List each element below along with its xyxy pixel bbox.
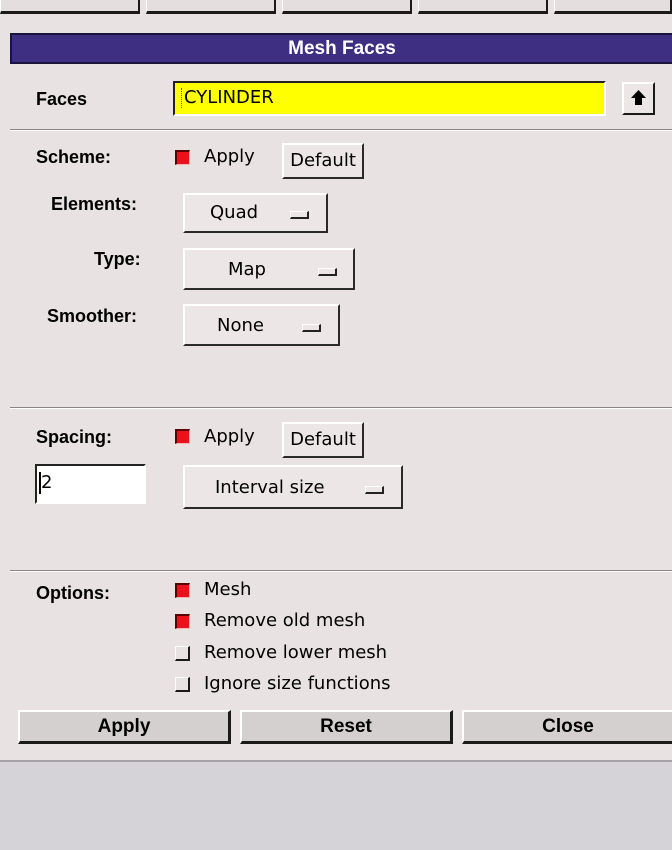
type-label: Type: xyxy=(94,249,141,269)
faces-input[interactable]: CYLINDER xyxy=(173,81,606,116)
top-tab-strip xyxy=(0,0,672,22)
spacing-apply-label: Apply xyxy=(204,426,255,447)
mesh-faces-panel: Mesh Faces Faces CYLINDER Scheme: Apply … xyxy=(10,30,672,760)
top-tab[interactable] xyxy=(554,0,672,14)
top-tab[interactable] xyxy=(0,0,140,14)
option-remove-lower-mesh-checkbox[interactable] xyxy=(175,646,190,661)
top-tab[interactable] xyxy=(282,0,412,14)
smoother-value: None xyxy=(217,315,264,336)
dropdown-indicator-icon xyxy=(318,268,337,276)
option-mesh-checkbox[interactable] xyxy=(175,583,190,598)
scheme-label: Scheme: xyxy=(36,147,112,167)
dropdown-indicator-icon xyxy=(365,486,384,494)
spacing-value-input[interactable]: 2 xyxy=(35,464,146,504)
spacing-value: 2 xyxy=(41,472,53,493)
text-cursor xyxy=(181,88,183,108)
spacing-apply-checkbox[interactable] xyxy=(175,429,190,444)
spacing-label: Spacing: xyxy=(36,427,113,447)
spacing-method-value: Interval size xyxy=(215,477,325,498)
type-value: Map xyxy=(228,259,266,280)
up-arrow-icon xyxy=(631,90,646,105)
separator xyxy=(10,407,672,409)
separator xyxy=(10,570,672,572)
reset-button[interactable]: Reset xyxy=(240,710,453,744)
faces-value: CYLINDER xyxy=(184,87,274,108)
spacing-method-dropdown[interactable]: Interval size xyxy=(183,465,403,509)
dropdown-indicator-icon xyxy=(290,211,309,219)
option-ignore-size-functions-checkbox[interactable] xyxy=(175,677,190,692)
scheme-default-button[interactable]: Default xyxy=(282,143,364,179)
faces-label: Faces xyxy=(36,89,88,109)
spacing-default-button[interactable]: Default xyxy=(282,422,364,458)
options-label: Options: xyxy=(36,583,110,603)
faces-select-button[interactable] xyxy=(622,82,655,115)
scheme-default-label: Default xyxy=(290,150,356,171)
window-title: Mesh Faces xyxy=(10,33,672,64)
top-tab[interactable] xyxy=(146,0,276,14)
elements-dropdown[interactable]: Quad xyxy=(183,193,328,233)
option-remove-old-mesh-checkbox[interactable] xyxy=(175,614,190,629)
close-button[interactable]: Close xyxy=(462,710,672,744)
smoother-dropdown[interactable]: None xyxy=(183,304,340,346)
top-tab[interactable] xyxy=(418,0,548,14)
smoother-label: Smoother: xyxy=(47,306,137,326)
option-mesh-label: Mesh xyxy=(204,579,252,600)
elements-value: Quad xyxy=(210,202,259,223)
status-area xyxy=(0,760,672,850)
spacing-default-label: Default xyxy=(290,429,356,450)
scheme-apply-checkbox[interactable] xyxy=(175,150,190,165)
option-ignore-size-functions-label: Ignore size functions xyxy=(204,673,391,694)
left-edge xyxy=(0,22,10,850)
elements-label: Elements: xyxy=(51,194,138,214)
separator xyxy=(10,129,672,131)
option-remove-old-mesh-label: Remove old mesh xyxy=(204,610,366,631)
dropdown-indicator-icon xyxy=(302,324,321,332)
option-remove-lower-mesh-label: Remove lower mesh xyxy=(204,642,388,663)
apply-button[interactable]: Apply xyxy=(18,710,231,744)
scheme-apply-label: Apply xyxy=(204,146,255,167)
type-dropdown[interactable]: Map xyxy=(183,248,355,290)
